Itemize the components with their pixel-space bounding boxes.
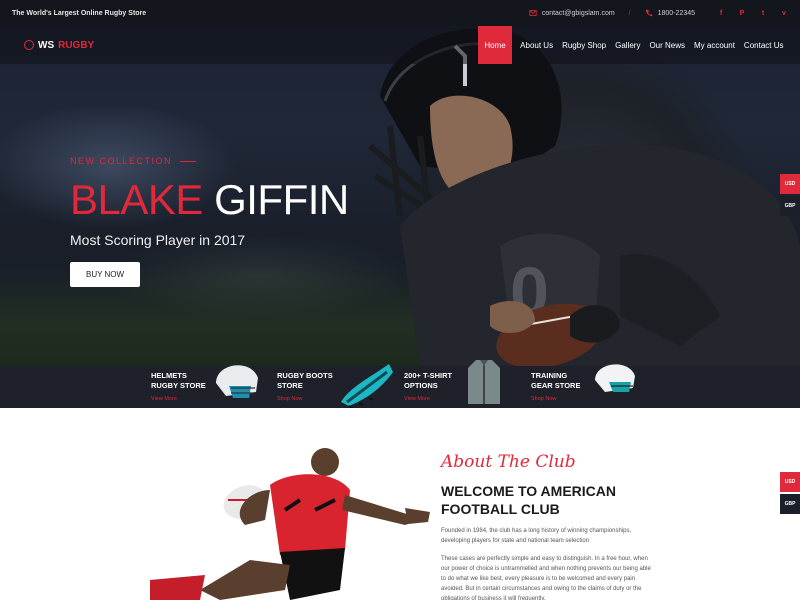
category-link[interactable]: Shop Now: [531, 396, 580, 402]
hero-player-image: 0: [360, 26, 800, 366]
email-contact[interactable]: contact@gbigslam.com: [529, 9, 615, 17]
currency-gbp-button[interactable]: GBP: [780, 196, 800, 216]
category-helmets[interactable]: HELMETS RUGBY STORE View More: [151, 365, 258, 408]
currency-usd-button[interactable]: USD: [780, 174, 800, 194]
nav-item-contact-us[interactable]: Contact Us: [739, 26, 788, 64]
phone-contact[interactable]: 1800-22345: [645, 9, 695, 17]
nav-item-my-account[interactable]: My account: [690, 26, 740, 64]
hero-name-first: BLAKE: [70, 176, 203, 223]
category-rugby-boots[interactable]: RUGBY BOOTS STORE Shop Now: [277, 364, 393, 408]
top-bar-separator: /: [628, 9, 631, 17]
about-paragraph-1: Founded in 1984, the club has a long his…: [441, 528, 632, 544]
buy-now-button[interactable]: BUY NOW: [70, 262, 141, 287]
about-player-image: [150, 448, 430, 600]
nav-item-gallery[interactable]: Gallery: [611, 26, 645, 64]
category-title-line2: STORE: [277, 381, 303, 390]
eyebrow-line: [180, 160, 197, 162]
category-title-line2: OPTIONS: [404, 381, 438, 390]
category-title-line2: RUGBY STORE: [151, 381, 206, 390]
nav-item-about-us[interactable]: About Us: [516, 26, 558, 64]
category-title: HELMETS RUGBY STORE: [151, 371, 206, 391]
category-title-line1: HELMETS: [151, 371, 187, 380]
nav-item-our-news[interactable]: Our News: [645, 26, 690, 64]
category-strip: HELMETS RUGBY STORE View More RUGBY BOOT…: [0, 360, 800, 408]
category-link[interactable]: Shop Now: [277, 396, 333, 402]
logo-text-ws: WS: [38, 39, 55, 51]
about-script-title: About The Club: [441, 452, 576, 472]
boot-icon: [341, 364, 393, 408]
main-navbar: WS RUGBY Home About Us Rugby Shop Galler…: [0, 26, 800, 64]
football-player-illustration: 0: [368, 28, 800, 366]
vine-icon[interactable]: v: [780, 10, 788, 17]
twitter-icon[interactable]: t: [759, 10, 767, 17]
category-link[interactable]: View More: [151, 396, 206, 402]
mail-icon: [529, 10, 537, 16]
about-section: About The Club WELCOME TO AMERICAN FOOTB…: [441, 452, 656, 600]
phone-icon: [645, 9, 652, 17]
main-menu: Home About Us Rugby Shop Gallery Our New…: [478, 26, 788, 64]
email-text: contact@gbigslam.com: [541, 9, 615, 17]
hero-eyebrow: NEW COLLECTION: [70, 156, 349, 166]
about-heading-line2: FOOTBALL CLUB: [441, 501, 560, 517]
category-title-line1: 200+ T-SHIRT: [404, 371, 453, 380]
phone-text: 1800-22345: [657, 9, 695, 17]
category-tshirt[interactable]: 200+ T-SHIRT OPTIONS View More: [404, 360, 500, 408]
currency-gbp-button-lower[interactable]: GBP: [780, 494, 800, 514]
top-bar-contact: contact@gbigslam.com / 1800-22345 f P t …: [529, 9, 788, 17]
category-title-line1: RUGBY BOOTS: [277, 371, 333, 380]
hero-headline: BLAKE GIFFIN: [70, 176, 349, 224]
hero-subtitle: Most Scoring Player in 2017: [70, 232, 246, 248]
training-helmet-icon: [595, 364, 635, 392]
nav-item-rugby-shop[interactable]: Rugby Shop: [558, 26, 611, 64]
category-title-line1: TRAINING: [531, 371, 568, 380]
social-links: f P t v: [717, 10, 788, 17]
about-paragraph-2: These cases are perfectly simple and eas…: [441, 556, 651, 600]
jacket-icon: [468, 360, 500, 404]
currency-usd-button-lower[interactable]: USD: [780, 472, 800, 492]
category-link[interactable]: View More: [404, 396, 452, 402]
about-heading: WELCOME TO AMERICAN FOOTBALL CLUB: [441, 482, 656, 518]
category-title: RUGBY BOOTS STORE: [277, 371, 333, 391]
hero-name-last: GIFFIN: [214, 176, 349, 223]
category-training-gear[interactable]: TRAINING GEAR STORE Shop Now: [531, 364, 635, 408]
logo-text-rugby: RUGBY: [58, 39, 95, 51]
category-title: 200+ T-SHIRT OPTIONS: [404, 371, 452, 391]
nav-item-home[interactable]: Home: [478, 26, 512, 64]
about-heading-line1: WELCOME TO AMERICAN: [441, 483, 616, 499]
pinterest-icon[interactable]: P: [738, 10, 746, 17]
top-bar: The World's Largest Online Rugby Store c…: [0, 0, 800, 26]
store-tagline: The World's Largest Online Rugby Store: [12, 9, 147, 17]
helmet-icon: [216, 365, 258, 398]
category-title-line2: GEAR STORE: [531, 381, 581, 390]
facebook-icon[interactable]: f: [717, 10, 725, 17]
hero-content: NEW COLLECTION BLAKE GIFFIN Most Scoring…: [70, 156, 349, 287]
hero-eyebrow-text: NEW COLLECTION: [70, 156, 173, 166]
logo-mark-icon: [24, 40, 34, 50]
site-logo[interactable]: WS RUGBY: [24, 40, 94, 51]
category-title: TRAINING GEAR STORE: [531, 371, 580, 391]
hero-banner: 0 NEW COLLECTION BLAKE GIFFIN Most Scori…: [0, 26, 800, 366]
